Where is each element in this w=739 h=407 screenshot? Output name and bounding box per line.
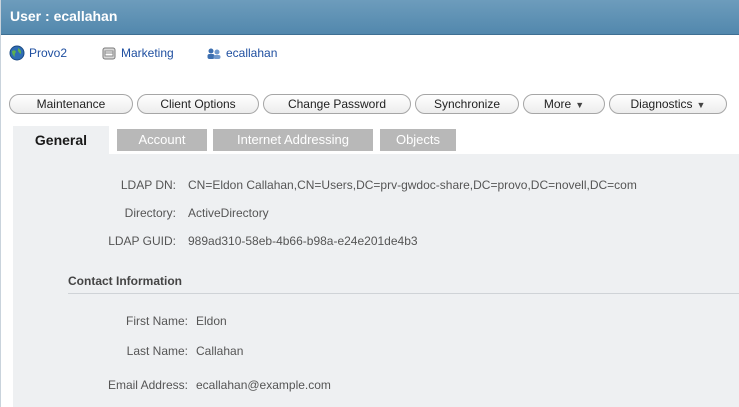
more-menu-button[interactable]: More ▼	[523, 94, 605, 114]
ldap-guid-value: 989ad310-58eb-4b66-b98a-e24e201de4b3	[188, 234, 418, 248]
client-options-button[interactable]: Client Options	[137, 94, 259, 114]
tab-internet-addressing[interactable]: Internet Addressing	[213, 129, 373, 151]
breadcrumb-label: Marketing	[121, 46, 174, 60]
title-bar: User : ecallahan	[1, 0, 739, 35]
first-name-value: Eldon	[196, 314, 227, 328]
maintenance-button[interactable]: Maintenance	[9, 94, 133, 114]
tab-account[interactable]: Account	[117, 129, 207, 151]
ldap-guid-row: LDAP GUID: 989ad310-58eb-4b66-b98a-e24e2…	[13, 234, 739, 250]
dropdown-arrow-icon: ▼	[575, 100, 585, 110]
first-name-row: First Name: Eldon	[13, 314, 739, 330]
user-panel: User : ecallahan Provo2 Marketing ecalla…	[0, 0, 739, 407]
breadcrumb-label: Provo2	[29, 46, 68, 60]
users-icon	[207, 48, 221, 59]
email-address-label: Email Address:	[107, 378, 188, 392]
email-address-row: Email Address: ecallahan@example.com	[13, 378, 739, 394]
directory-value: ActiveDirectory	[188, 206, 269, 220]
change-password-label: Change Password	[287, 97, 387, 111]
client-options-label: Client Options	[160, 97, 236, 111]
last-name-row: Last Name: Callahan	[13, 344, 739, 360]
directory-row: Directory: ActiveDirectory	[13, 206, 739, 222]
diagnostics-menu-button[interactable]: Diagnostics ▼	[609, 94, 727, 114]
breadcrumb-label: ecallahan	[226, 46, 278, 60]
change-password-button[interactable]: Change Password	[263, 94, 411, 114]
post-office-icon	[102, 47, 116, 60]
ldap-guid-label: LDAP GUID:	[108, 234, 176, 248]
synchronize-button[interactable]: Synchronize	[415, 94, 519, 114]
contact-information-heading: Contact Information	[68, 274, 182, 288]
ldap-dn-row: LDAP DN: CN=Eldon Callahan,CN=Users,DC=p…	[13, 178, 739, 194]
tab-objects[interactable]: Objects	[380, 129, 456, 151]
ldap-dn-label: LDAP DN:	[120, 178, 176, 192]
first-name-label: First Name:	[125, 314, 188, 328]
diagnostics-label: Diagnostics	[630, 97, 693, 111]
tab-general[interactable]: General	[13, 126, 109, 154]
maintenance-label: Maintenance	[36, 97, 106, 111]
dropdown-arrow-icon: ▼	[696, 100, 706, 110]
globe-icon	[9, 45, 25, 61]
last-name-label: Last Name:	[126, 344, 188, 358]
synchronize-label: Synchronize	[433, 97, 501, 111]
directory-label: Directory:	[124, 206, 176, 220]
last-name-value: Callahan	[196, 344, 244, 358]
section-divider	[68, 293, 739, 294]
page-title: User : ecallahan	[10, 8, 118, 24]
general-tab-panel: LDAP DN: CN=Eldon Callahan,CN=Users,DC=p…	[13, 154, 739, 407]
ldap-dn-value: CN=Eldon Callahan,CN=Users,DC=prv-gwdoc-…	[188, 178, 637, 192]
more-label: More	[543, 97, 572, 111]
email-address-value: ecallahan@example.com	[196, 378, 331, 392]
